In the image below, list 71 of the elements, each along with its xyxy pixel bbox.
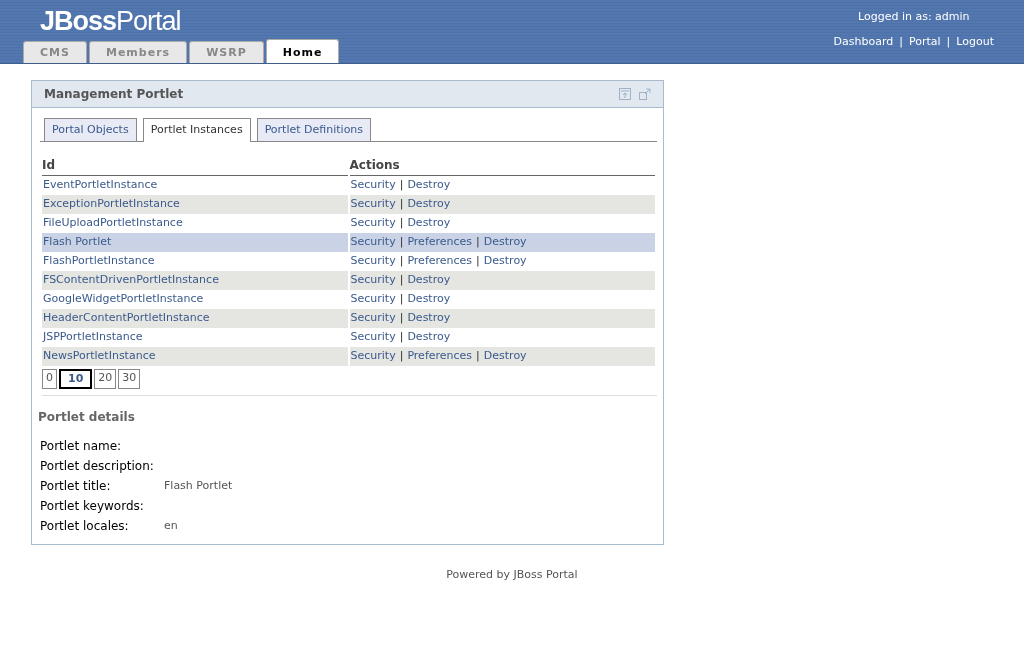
minimize-icon[interactable] <box>619 88 631 100</box>
nav-tab[interactable]: Home <box>265 38 340 63</box>
action-link[interactable]: Destroy <box>407 272 451 286</box>
action-link[interactable]: Security <box>350 196 396 210</box>
separator: | <box>399 253 404 267</box>
instance-link[interactable]: FlashPortletInstance <box>43 253 155 267</box>
page-size-link[interactable]: 10 <box>59 368 93 389</box>
action-link[interactable]: Preferences <box>407 253 473 267</box>
portlet-title: Management Portlet <box>44 86 184 103</box>
action-link[interactable]: Destroy <box>483 348 527 362</box>
action-link[interactable]: Destroy <box>483 253 527 267</box>
page-size-link[interactable]: 0 <box>42 368 57 389</box>
action-link[interactable]: Preferences <box>407 348 473 362</box>
portlet-tab[interactable]: Portlet Definitions <box>256 118 372 141</box>
action-link[interactable]: Security <box>350 177 396 191</box>
action-link[interactable]: Destroy <box>407 177 451 191</box>
detail-label: Portlet title: <box>40 478 112 495</box>
detail-label: Portlet keywords: <box>40 498 145 515</box>
action-link[interactable]: Security <box>350 253 396 267</box>
instance-link[interactable]: JSPPortletInstance <box>43 329 143 343</box>
separator: | <box>476 348 480 362</box>
action-link[interactable]: Destroy <box>483 234 527 248</box>
separator: | <box>399 215 404 229</box>
action-link[interactable]: Security <box>350 291 396 305</box>
column-header: Actions <box>349 153 655 176</box>
action-link[interactable]: Security <box>350 272 396 286</box>
page-size-link[interactable]: 30 <box>118 368 141 389</box>
action-link[interactable]: Destroy <box>407 291 451 305</box>
column-header: Id <box>42 153 348 176</box>
action-link[interactable]: Destroy <box>407 329 451 343</box>
separator: | <box>399 310 404 324</box>
header-link[interactable]: Logout <box>956 34 994 48</box>
instance-link[interactable]: EventPortletInstance <box>43 177 158 191</box>
action-link[interactable]: Security <box>350 329 396 343</box>
separator: | <box>399 272 404 286</box>
section-heading: Portlet details <box>38 409 136 426</box>
maximize-icon[interactable] <box>639 88 651 100</box>
action-link[interactable]: Security <box>350 348 396 362</box>
action-link[interactable]: Security <box>350 234 396 248</box>
detail-value: en <box>164 517 178 534</box>
portlet-tab[interactable]: Portal Objects <box>44 118 137 141</box>
page-size-link[interactable]: 20 <box>94 368 117 389</box>
action-link[interactable]: Destroy <box>407 196 451 210</box>
separator: | <box>476 253 480 267</box>
instance-link[interactable]: Flash Portlet <box>43 234 112 248</box>
header-link[interactable]: Portal <box>909 34 941 48</box>
detail-label: Portlet locales: <box>40 518 130 535</box>
separator: | <box>399 291 404 305</box>
separator: | <box>399 329 404 343</box>
footer-text: Powered by JBoss Portal <box>446 568 578 581</box>
action-link[interactable]: Security <box>350 310 396 324</box>
action-link[interactable]: Security <box>350 215 396 229</box>
action-link[interactable]: Destroy <box>407 310 451 324</box>
logo: JBossPortal <box>40 8 181 35</box>
detail-label: Portlet name: <box>40 438 123 455</box>
separator: | <box>899 34 903 48</box>
detail-value: Flash Portlet <box>164 477 233 494</box>
separator: | <box>399 234 404 248</box>
separator: | <box>476 234 480 248</box>
detail-label: Portlet description: <box>40 458 155 475</box>
logged-in-text: Logged in as: admin <box>857 9 971 25</box>
separator: | <box>946 34 951 48</box>
instance-link[interactable]: FileUploadPortletInstance <box>43 215 183 229</box>
separator: | <box>399 177 404 191</box>
portlet-tab[interactable]: Portlet Instances <box>142 118 251 142</box>
header-link[interactable]: Dashboard <box>833 34 894 48</box>
instance-link[interactable]: GoogleWidgetPortletInstance <box>43 291 204 305</box>
action-link[interactable]: Destroy <box>407 215 451 229</box>
separator: | <box>399 348 404 362</box>
action-link[interactable]: Preferences <box>407 234 473 248</box>
separator: | <box>399 196 404 210</box>
